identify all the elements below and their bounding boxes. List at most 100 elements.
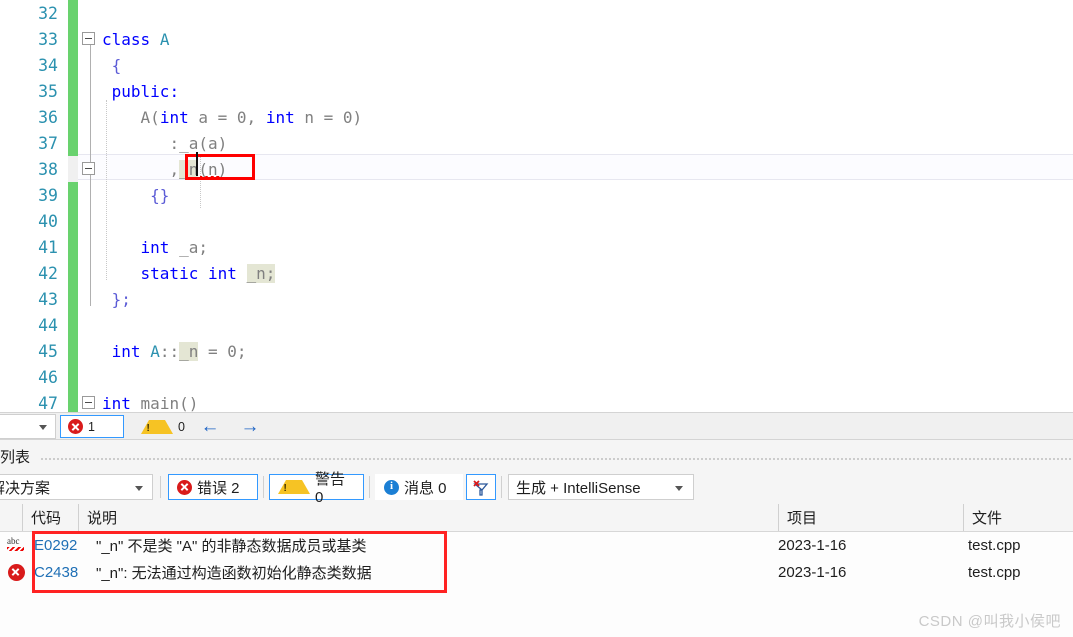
code-line[interactable]: 43 }; bbox=[0, 286, 1073, 312]
collapse-minus-icon[interactable] bbox=[82, 162, 95, 175]
fold-gutter[interactable] bbox=[78, 364, 100, 390]
code-line[interactable]: 36 A(int a = 0, int n = 0) bbox=[0, 104, 1073, 130]
column-header-icon[interactable] bbox=[0, 504, 22, 531]
code-line[interactable]: 40 bbox=[0, 208, 1073, 234]
fold-gutter[interactable] bbox=[78, 286, 100, 312]
clear-filter-button[interactable] bbox=[466, 474, 496, 500]
fold-gutter[interactable] bbox=[78, 52, 100, 78]
fold-gutter[interactable] bbox=[78, 234, 100, 260]
code-line[interactable]: 39 {} bbox=[0, 182, 1073, 208]
next-error-button[interactable]: → bbox=[236, 415, 264, 438]
fold-gutter[interactable] bbox=[78, 312, 100, 338]
code-text: int _a; bbox=[100, 238, 1073, 257]
chevron-down-icon bbox=[39, 425, 47, 430]
code-editor[interactable]: 32 33 class A 34 { 35 public: 36 A(int a… bbox=[0, 0, 1073, 412]
editor-status-strip: 1 0 ← → bbox=[0, 412, 1073, 440]
warning-count-button[interactable]: 0 bbox=[134, 415, 188, 438]
code-text: }; bbox=[100, 290, 1073, 309]
fold-gutter[interactable] bbox=[78, 78, 100, 104]
build-filter-dropdown[interactable]: 生成 + IntelliSense bbox=[508, 474, 694, 500]
line-number: 35 bbox=[38, 81, 58, 101]
column-header-code[interactable]: 代码 bbox=[22, 504, 78, 531]
code-line[interactable]: 45 int A::_n = 0; bbox=[0, 338, 1073, 364]
token-comma: , bbox=[169, 159, 180, 179]
error-list-table[interactable]: 代码 说明 项目 文件 abc E0292 "_n" 不是类 "A" 的非静态数… bbox=[0, 504, 1073, 637]
column-header-description[interactable]: 说明 bbox=[78, 504, 778, 531]
token-keyword: public: bbox=[111, 81, 180, 101]
line-number: 44 bbox=[38, 315, 58, 335]
change-bar bbox=[68, 364, 78, 390]
code-line-current[interactable]: 38 ,_n(n) bbox=[0, 156, 1073, 182]
change-bar bbox=[68, 312, 78, 338]
token-number: 0 bbox=[236, 107, 247, 127]
scope-dropdown[interactable]: 个解决方案 bbox=[0, 474, 153, 500]
fold-gutter[interactable] bbox=[78, 130, 100, 156]
intellisense-icon: abc bbox=[5, 536, 27, 556]
toolbar-separator bbox=[160, 476, 161, 498]
row-project: 2023-1-16 bbox=[778, 537, 847, 554]
table-header-row: 代码 说明 项目 文件 bbox=[0, 504, 1073, 532]
line-number: 47 bbox=[38, 393, 58, 413]
token-ctor: A bbox=[140, 107, 151, 127]
scope-dropdown-label: 个解决方案 bbox=[0, 479, 51, 497]
token-keyword: int bbox=[207, 263, 237, 283]
fold-gutter[interactable] bbox=[78, 0, 100, 26]
line-number: 36 bbox=[38, 107, 58, 127]
fold-gutter[interactable] bbox=[78, 156, 100, 182]
code-text: int main() bbox=[100, 394, 1073, 413]
fold-gutter[interactable] bbox=[78, 390, 100, 412]
error-list-header: 列表 bbox=[0, 440, 1073, 472]
panel-title: 列表 bbox=[0, 449, 31, 466]
code-line[interactable]: 32 bbox=[0, 0, 1073, 26]
navigation-combo[interactable] bbox=[0, 414, 56, 439]
code-text: public: bbox=[100, 82, 1073, 101]
error-icon bbox=[177, 479, 192, 495]
code-text: static int _n; bbox=[100, 263, 1073, 283]
code-line[interactable]: 34 { bbox=[0, 52, 1073, 78]
change-bar bbox=[68, 260, 78, 286]
text-caret bbox=[196, 152, 198, 176]
token-keyword: class bbox=[102, 29, 151, 49]
token-keyword: int bbox=[159, 107, 189, 127]
fold-gutter[interactable] bbox=[78, 338, 100, 364]
change-bar bbox=[68, 52, 78, 78]
token-number: 0 bbox=[342, 107, 353, 127]
token-assign: = 0; bbox=[198, 341, 247, 361]
change-bar bbox=[68, 26, 78, 52]
watermark: CSDN @叫我小侯吧 bbox=[918, 613, 1061, 630]
code-line[interactable]: 42 static int _n; bbox=[0, 260, 1073, 286]
token-paren: ) bbox=[352, 107, 363, 127]
messages-filter-button[interactable]: 消息 0 bbox=[375, 474, 463, 500]
token-paren: ( bbox=[150, 107, 160, 127]
error-count-button[interactable]: 1 bbox=[60, 415, 124, 438]
code-line[interactable]: 35 public: bbox=[0, 78, 1073, 104]
line-number: 32 bbox=[38, 3, 58, 23]
fold-gutter[interactable] bbox=[78, 208, 100, 234]
code-line[interactable]: 44 bbox=[0, 312, 1073, 338]
toolbar-separator bbox=[263, 476, 264, 498]
fold-gutter[interactable] bbox=[78, 260, 100, 286]
collapse-minus-icon[interactable] bbox=[82, 396, 95, 409]
fold-gutter[interactable] bbox=[78, 104, 100, 130]
fold-gutter[interactable] bbox=[78, 182, 100, 208]
code-line[interactable]: 41 int _a; bbox=[0, 234, 1073, 260]
code-line[interactable]: 37 :_a(a) bbox=[0, 130, 1073, 156]
code-line[interactable]: 46 bbox=[0, 364, 1073, 390]
column-header-project[interactable]: 项目 bbox=[778, 504, 963, 531]
code-line[interactable]: 47 int main() bbox=[0, 390, 1073, 412]
token-member-n: _n bbox=[179, 341, 199, 361]
filter-clear-icon bbox=[473, 480, 489, 496]
prev-error-button[interactable]: ← bbox=[196, 415, 224, 438]
change-bar bbox=[68, 234, 78, 260]
warnings-filter-button[interactable]: 警告 0 bbox=[269, 471, 364, 506]
token-class-name: A bbox=[159, 29, 170, 49]
title-dot-rail bbox=[40, 457, 1073, 461]
errors-filter-button[interactable]: 错误 2 bbox=[168, 474, 258, 500]
line-number: 43 bbox=[38, 289, 58, 309]
column-header-file[interactable]: 文件 bbox=[963, 504, 1073, 531]
fold-gutter[interactable] bbox=[78, 26, 100, 52]
collapse-minus-icon[interactable] bbox=[82, 32, 95, 45]
code-line[interactable]: 33 class A bbox=[0, 26, 1073, 52]
toolbar-separator bbox=[501, 476, 502, 498]
row-project: 2023-1-16 bbox=[778, 564, 847, 581]
